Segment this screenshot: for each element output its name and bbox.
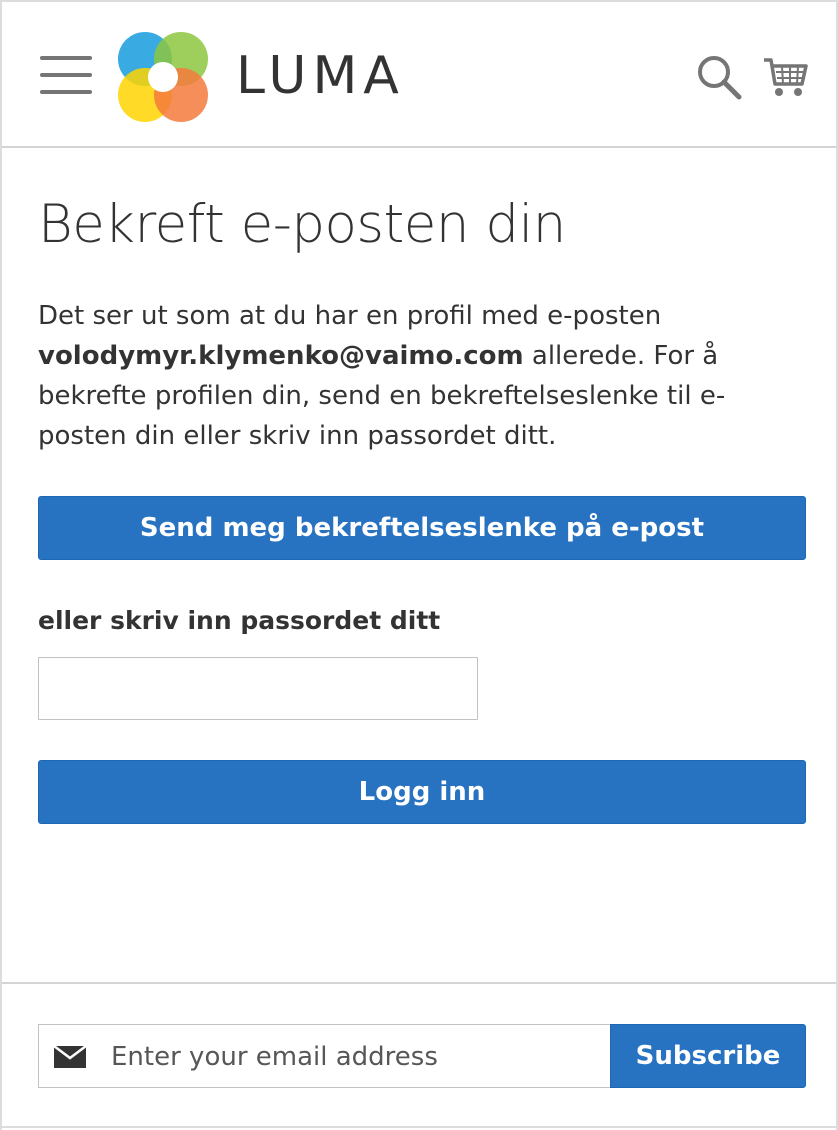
brand-name: LUMA bbox=[236, 46, 405, 106]
menu-bar bbox=[40, 90, 92, 94]
cart-icon[interactable] bbox=[762, 54, 808, 98]
menu-bar bbox=[40, 56, 92, 60]
envelope-icon bbox=[53, 1045, 87, 1068]
site-footer: Enter your email address Subscribe bbox=[2, 982, 836, 1130]
newsletter-email-input[interactable]: Enter your email address bbox=[38, 1024, 612, 1088]
intro-text-before: Det ser ut som at du har en profil med e… bbox=[38, 301, 662, 331]
intro-email: volodymyr.klymenko@vaimo.com bbox=[38, 341, 524, 371]
luma-logo-mark-icon bbox=[118, 32, 208, 122]
main-content: Bekreft e-posten din Det ser ut som at d… bbox=[38, 148, 806, 824]
newsletter-form: Enter your email address Subscribe bbox=[38, 1024, 806, 1088]
site-header: LUMA bbox=[2, 2, 836, 148]
subscribe-button[interactable]: Subscribe bbox=[610, 1024, 806, 1088]
page-title: Bekreft e-posten din bbox=[38, 194, 566, 255]
send-confirmation-link-button[interactable]: Send meg bekreftelseslenke på e-post bbox=[38, 496, 806, 560]
password-input[interactable] bbox=[38, 657, 478, 720]
menu-bar bbox=[40, 73, 92, 77]
password-label: eller skriv inn passordet ditt bbox=[38, 606, 441, 635]
intro-text: Det ser ut som at du har en profil med e… bbox=[38, 296, 806, 456]
bottom-divider bbox=[2, 1126, 836, 1128]
hamburger-menu-icon[interactable] bbox=[40, 56, 92, 96]
luma-logo[interactable]: LUMA bbox=[116, 30, 416, 124]
login-button[interactable]: Logg inn bbox=[38, 760, 806, 824]
newsletter-email-placeholder: Enter your email address bbox=[111, 1042, 438, 1072]
search-icon[interactable] bbox=[696, 54, 742, 100]
page-frame: LUMA Bekreft e-posten din Det ser ut som… bbox=[0, 0, 838, 1130]
